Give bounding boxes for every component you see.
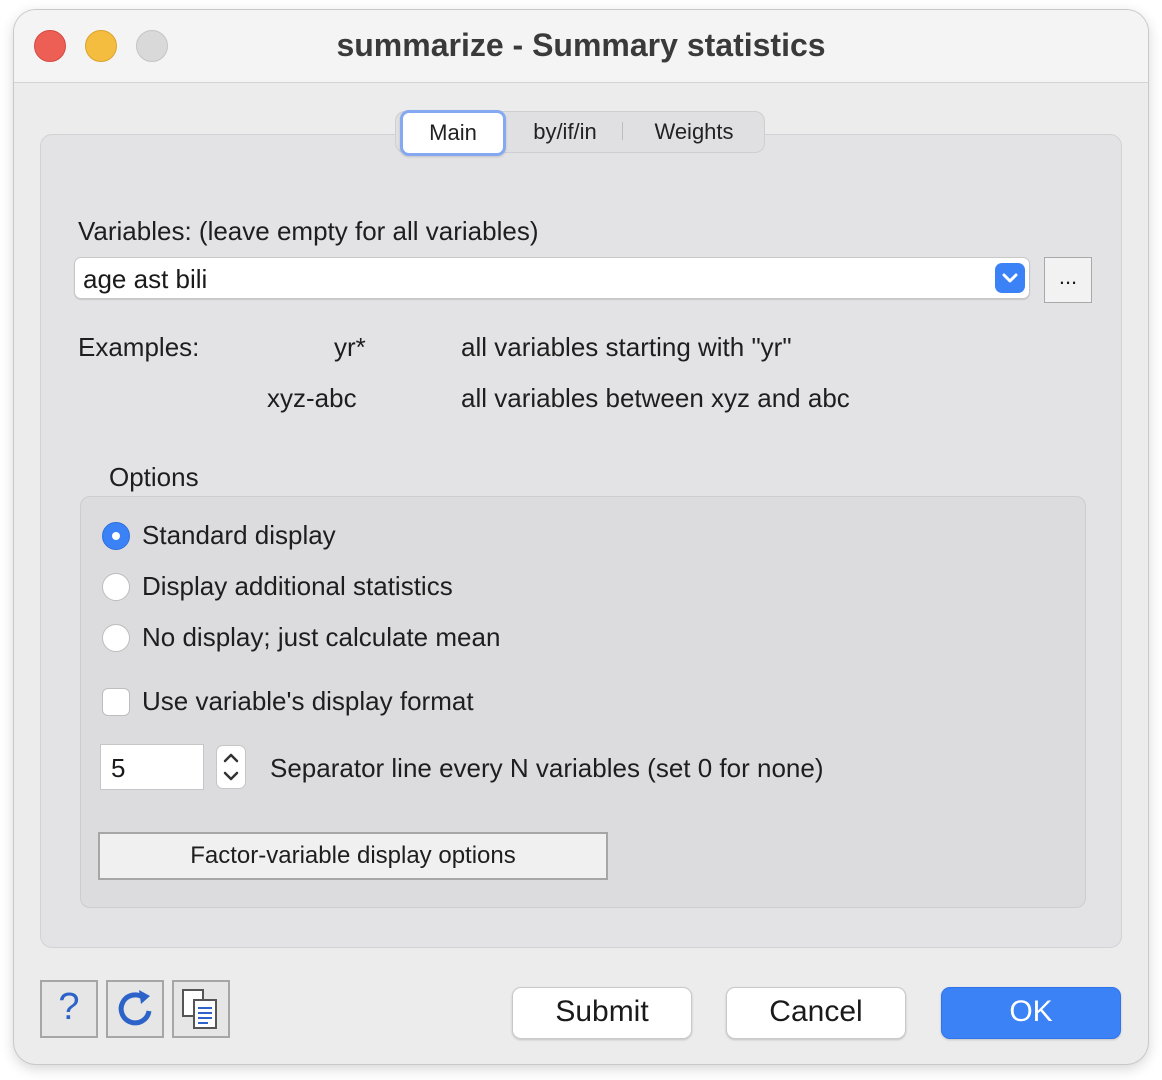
- separator-stepper[interactable]: [216, 745, 246, 789]
- tab-by-if-in[interactable]: by/if/in: [510, 112, 620, 152]
- tab-weights[interactable]: Weights: [634, 112, 754, 152]
- tab-bar: Main by/if/in Weights: [395, 110, 765, 156]
- options-group-label: Options: [109, 462, 199, 492]
- stepper-arrows-icon: [223, 753, 239, 781]
- example-pattern: yr*: [334, 332, 366, 362]
- example-pattern: xyz-abc: [267, 383, 357, 413]
- variables-label: Variables: (leave empty for all variable…: [78, 216, 539, 246]
- title-bar: summarize - Summary statistics: [14, 10, 1148, 83]
- reset-icon: [118, 990, 152, 1026]
- additional-statistics-label[interactable]: Display additional statistics: [142, 571, 453, 602]
- display-format-label[interactable]: Use variable's display format: [142, 686, 474, 717]
- examples-label: Examples:: [78, 332, 200, 362]
- additional-statistics-radio[interactable]: [102, 573, 130, 601]
- tab-divider: [622, 122, 623, 140]
- standard-display-label[interactable]: Standard display: [142, 520, 336, 551]
- submit-button[interactable]: Submit: [512, 987, 692, 1039]
- no-display-radio[interactable]: [102, 624, 130, 652]
- reset-button[interactable]: [106, 980, 164, 1038]
- dialog-window: summarize - Summary statistics Main by/i…: [14, 10, 1148, 1064]
- display-format-checkbox[interactable]: [102, 688, 130, 716]
- copy-command-button[interactable]: [172, 980, 230, 1038]
- dropdown-button[interactable]: [995, 263, 1025, 293]
- variables-input[interactable]: age ast bili: [83, 264, 207, 295]
- chevron-down-icon: [1002, 273, 1018, 283]
- example-description: all variables starting with "yr": [461, 332, 792, 362]
- factor-variable-options-button[interactable]: Factor-variable display options: [98, 832, 608, 880]
- help-icon: ?: [58, 986, 80, 1028]
- separator-input[interactable]: 5: [100, 744, 204, 790]
- tab-main[interactable]: Main: [400, 110, 506, 156]
- cancel-button[interactable]: Cancel: [726, 987, 906, 1039]
- browse-variables-button[interactable]: ...: [1044, 257, 1092, 303]
- separator-label: Separator line every N variables (set 0 …: [270, 753, 824, 783]
- example-description: all variables between xyz and abc: [461, 383, 850, 413]
- standard-display-radio[interactable]: [102, 522, 130, 550]
- copy-icon: [182, 989, 217, 1029]
- window-title: summarize - Summary statistics: [336, 27, 826, 63]
- no-display-label[interactable]: No display; just calculate mean: [142, 622, 500, 653]
- variables-combobox[interactable]: age ast bili: [74, 257, 1030, 299]
- help-button[interactable]: ?: [40, 980, 98, 1038]
- ok-button[interactable]: OK: [941, 987, 1121, 1039]
